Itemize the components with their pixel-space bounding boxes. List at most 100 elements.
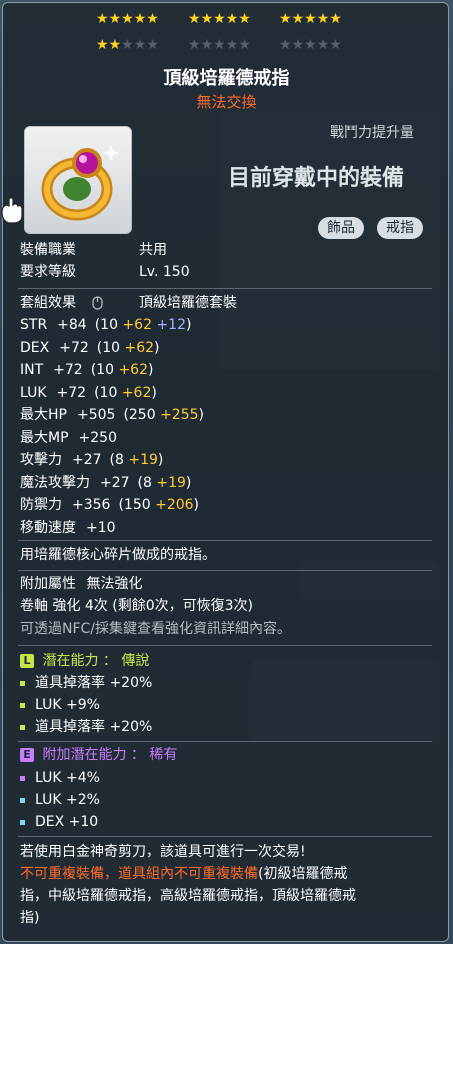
job-row: 裝備職業 共用 <box>20 240 167 260</box>
stat-extra: ) <box>193 497 200 513</box>
star-filled-icon: ★ <box>291 11 305 27</box>
star-filled-icon: ★ <box>146 11 159 27</box>
stat-total: +72 <box>56 384 87 401</box>
legendary-badge-icon: L <box>20 654 34 668</box>
extra-attribute-value: 無法強化 <box>86 576 143 592</box>
stat-row: 防禦力 +356 (150 +206) <box>20 495 199 515</box>
bullet-icon <box>20 724 25 730</box>
stat-row: 攻擊力 +27 (8 +19) <box>20 450 163 470</box>
stat-enhance: +62 <box>121 384 152 401</box>
gold-ring-icon <box>41 145 119 221</box>
potential-line: LUK +9% <box>20 695 100 715</box>
star-filled-icon: ★ <box>108 11 122 27</box>
stat-row: INT +72 (10 +62) <box>20 360 153 380</box>
level-label: 要求等級 <box>20 264 76 280</box>
bullet-icon <box>20 819 25 825</box>
stat-base: (8 <box>137 474 157 491</box>
stat-total: +356 <box>72 497 111 513</box>
stat-row: 移動速度 +10 <box>20 518 124 538</box>
stat-base: (10 <box>94 317 123 333</box>
additional-potential-header: E 附加潛在能力 ： 稀有 <box>20 745 177 765</box>
star-empty-icon: ★ <box>279 37 292 53</box>
stat-total: +505 <box>76 407 116 423</box>
level-value: Lv. 150 <box>139 264 190 280</box>
stat-name: STR <box>20 317 48 333</box>
star-filled-icon: ★ <box>316 11 330 27</box>
star-filled-icon: ★ <box>121 11 134 27</box>
star-filled-icon: ★ <box>213 11 226 27</box>
star-filled-icon: ★ <box>279 11 292 27</box>
potential-line-text: 道具掉落率 +20% <box>35 675 153 691</box>
combat-power-label: 戰鬥力提升量 <box>330 125 414 141</box>
star-group: ★★★★★ <box>188 37 251 53</box>
stat-name: 移動速度 <box>20 519 76 536</box>
stat-base: (10 <box>94 384 122 401</box>
stat-total: +10 <box>86 519 116 536</box>
rare-badge-icon: E <box>20 748 34 762</box>
stat-row: LUK +72 (10 +62) <box>20 383 157 403</box>
stat-total: +27 <box>72 452 102 468</box>
stat-enhance: +206 <box>155 497 194 513</box>
stat-base: (10 <box>96 339 125 356</box>
stat-extra: ) <box>157 452 164 468</box>
star-empty-icon: ★ <box>225 37 239 53</box>
star-empty-icon: ★ <box>133 37 147 53</box>
scroll-info: 卷軸 強化 4次 (剩餘0次，可恢復3次) <box>20 598 253 614</box>
star-filled-icon: ★ <box>188 11 201 27</box>
potential-line-text: LUK +2% <box>35 792 100 808</box>
potential-line: LUK +2% <box>20 790 100 810</box>
bullet-icon <box>20 702 25 708</box>
category-tag-accessory: 飾品 <box>318 217 364 239</box>
star-force-row-1: ★★★★★ ★★★★★ ★★★★★ <box>0 11 453 27</box>
stat-total: +72 <box>59 339 89 356</box>
star-filled-icon: ★ <box>238 11 251 27</box>
stat-row: 最大MP +250 <box>20 428 125 448</box>
potential-line-text: DEX +10 <box>35 814 99 830</box>
stat-extra: +12) <box>156 317 192 333</box>
potential-line: 道具掉落率 +20% <box>20 673 152 693</box>
star-filled-icon: ★ <box>133 11 147 27</box>
stat-base: (250 <box>123 407 161 423</box>
star-group: ★★★★★ <box>279 37 342 53</box>
stat-total: +250 <box>78 429 117 446</box>
bullet-icon <box>20 775 25 781</box>
divider <box>18 741 432 742</box>
additional-potential-label: 附加潛在能力 ： 稀有 <box>42 747 178 763</box>
star-force-row-2: ★★★★★ ★★★★★ ★★★★★ <box>0 37 453 53</box>
divider <box>18 836 432 837</box>
bullet-icon <box>20 797 25 803</box>
stat-name: 魔法攻擊力 <box>20 474 90 491</box>
stat-enhance: +62 <box>124 339 155 356</box>
enhance-hint: 可透過NFC/採集鍵查看強化資訊詳細內容。 <box>20 621 292 637</box>
star-group: ★★★★★ <box>279 11 342 27</box>
potential-line: DEX +10 <box>20 812 98 832</box>
star-filled-icon: ★ <box>96 37 109 53</box>
potential-line: LUK +4% <box>20 768 100 788</box>
potential-label: 潛在能力 ： 傳說 <box>42 653 150 669</box>
stat-total: +72 <box>53 362 83 378</box>
star-group: ★★★★★ <box>96 37 159 53</box>
trade-status: 無法交換 <box>196 93 257 111</box>
stat-name: LUK <box>20 384 47 401</box>
potential-line-text: LUK +4% <box>35 770 100 786</box>
level-row: 要求等級 Lv. 150 <box>20 262 190 282</box>
equipped-label: 目前穿戴中的裝備 <box>228 166 405 191</box>
job-value: 共用 <box>139 242 167 258</box>
stat-enhance: +62 <box>122 317 152 333</box>
divider <box>18 570 432 571</box>
potential-line: 道具掉落率 +20% <box>20 717 152 737</box>
stat-base: (8 <box>109 452 129 468</box>
job-label: 裝備職業 <box>20 242 76 258</box>
star-filled-icon: ★ <box>108 37 122 53</box>
stat-name: 最大HP <box>20 407 67 423</box>
star-group: ★★★★★ <box>96 11 159 27</box>
stat-enhance: +19 <box>128 452 158 468</box>
unique-equip-list-start: (初級培羅德戒 <box>258 866 348 882</box>
star-empty-icon: ★ <box>188 37 201 53</box>
extra-attribute-label: 附加屬性 <box>20 576 76 592</box>
star-empty-icon: ★ <box>238 37 251 53</box>
potential-line-text: LUK +9% <box>35 697 100 713</box>
star-empty-icon: ★ <box>329 37 342 53</box>
stat-row: 魔法攻擊力 +27 (8 +19) <box>20 473 191 493</box>
stat-row: 最大HP +505 (250 +255) <box>20 405 204 425</box>
